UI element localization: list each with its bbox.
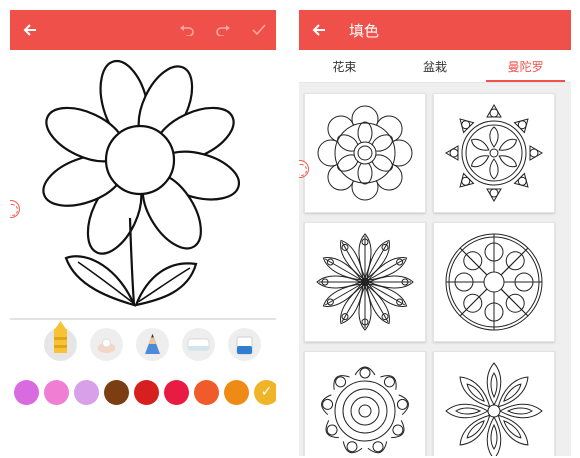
screenshot-stage: 填色 花束 盆栽 曼陀罗 [0,0,580,458]
tab-bouquet[interactable]: 花束 [299,50,390,82]
paint-bucket-icon [236,336,253,355]
color-swatch[interactable] [254,380,276,405]
color-swatch[interactable] [134,380,159,405]
eraser-icon [187,338,210,351]
back-button[interactable] [10,10,50,50]
undo-button[interactable] [174,10,200,50]
confirm-button[interactable] [246,10,272,50]
mandala-thumbnail [316,233,414,331]
crayon-tool-button[interactable] [44,321,77,361]
coloring-screen [10,10,276,456]
spray-tool-button[interactable] [90,328,123,361]
page-title: 填色 [349,21,380,40]
tab-mandala[interactable]: 曼陀罗 [480,50,571,82]
mandala-gallery [304,93,555,456]
color-swatch[interactable] [224,380,249,405]
mandala-thumbnail [319,366,411,456]
gallery-appbar: 填色 [299,10,571,50]
color-swatch[interactable] [74,380,99,405]
category-tabs: 花束 盆栽 曼陀罗 [299,50,571,83]
color-swatch[interactable] [44,380,69,405]
bucket-tool-button[interactable] [228,328,261,361]
redo-button[interactable] [210,10,236,50]
mandala-thumbnail [445,233,543,331]
bottom-spacer [10,420,276,456]
mandala-thumbnail [317,105,413,201]
undo-icon [180,25,194,36]
spray-icon [97,338,116,353]
flower-outline-drawing [42,59,241,307]
pencil-icon [145,334,160,354]
gallery-tile[interactable] [304,351,426,456]
color-swatch[interactable] [14,380,39,405]
drawing-canvas[interactable] [10,50,276,318]
redo-icon [216,25,230,36]
pencil-tool-button[interactable] [136,328,169,361]
tab-potted-plant[interactable]: 盆栽 [390,50,481,82]
check-icon [252,24,266,36]
gallery-tile[interactable] [304,93,426,213]
arrow-left-icon [312,24,325,36]
gallery-tile[interactable] [433,351,555,456]
crayon-icon [54,321,67,353]
color-swatch[interactable] [164,380,189,405]
color-swatch[interactable] [194,380,219,405]
gallery-tile[interactable] [433,222,555,342]
eraser-tool-button[interactable] [182,328,215,361]
arrow-left-icon [23,24,36,36]
gallery-tile[interactable] [304,222,426,342]
coloring-appbar [10,10,276,50]
tool-palette [44,321,261,361]
color-swatch[interactable] [104,380,129,405]
gallery-tile[interactable] [433,93,555,213]
back-button[interactable] [299,10,339,50]
gallery-screen: 填色 花束 盆栽 曼陀罗 [299,10,571,456]
mandala-thumbnail [445,362,543,456]
color-palette [14,380,276,405]
mandala-thumbnail [445,104,543,202]
